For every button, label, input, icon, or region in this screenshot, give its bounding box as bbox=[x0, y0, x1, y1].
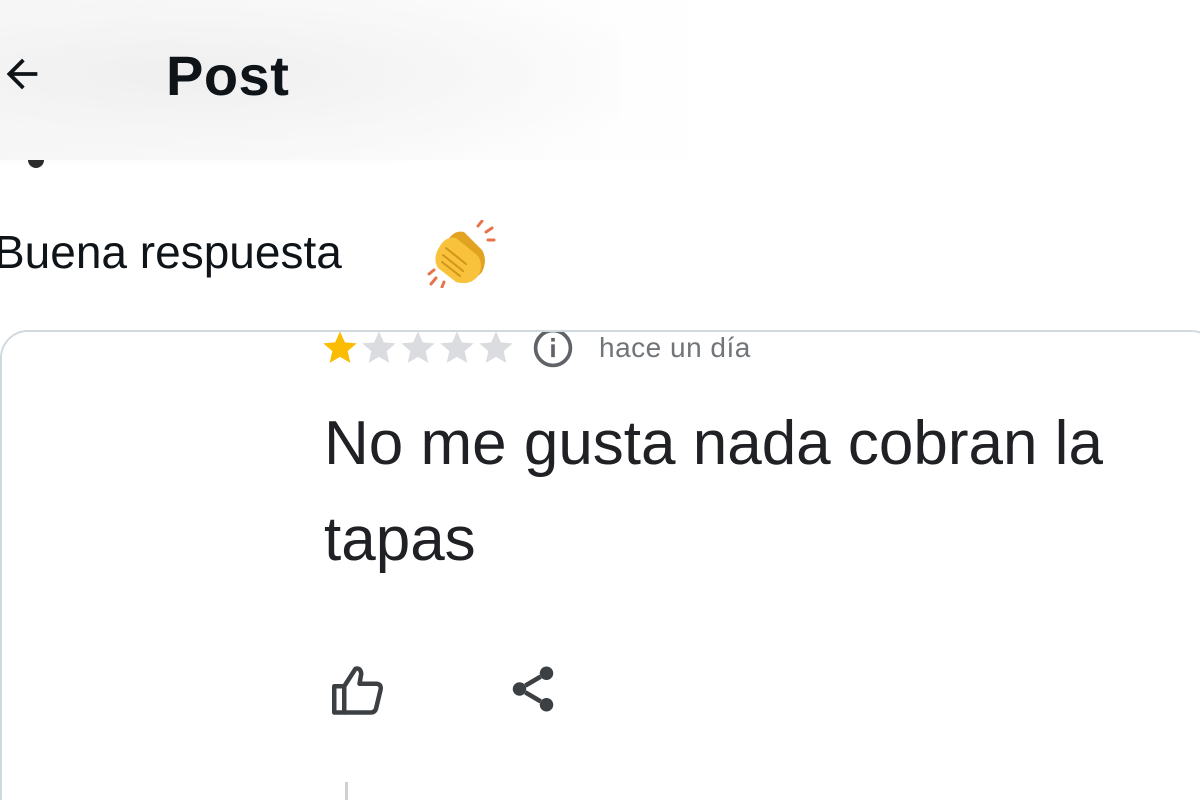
divider bbox=[345, 782, 348, 800]
review-text-line: tapas bbox=[324, 505, 476, 574]
arrow-left-icon bbox=[6, 58, 38, 90]
thumbs-up-icon[interactable] bbox=[328, 660, 388, 720]
review-text-line: No me gusta nada cobran la bbox=[324, 409, 1103, 478]
clapping-hands-icon bbox=[427, 220, 496, 288]
rating-row: hace un día bbox=[320, 330, 751, 370]
star-empty-icon bbox=[401, 332, 435, 363]
post-header: Post bbox=[0, 0, 1200, 165]
review-screenshot: hace un día No me gusta nada cobran la t… bbox=[2, 332, 1200, 800]
tweet-text: Buena respuesta bbox=[0, 226, 342, 278]
share-icon[interactable] bbox=[506, 662, 560, 716]
review-text: No me gusta nada cobran la tapas bbox=[324, 396, 1200, 588]
avatar[interactable] bbox=[28, 160, 44, 168]
header-background bbox=[0, 0, 620, 165]
star-filled-icon bbox=[323, 332, 357, 363]
back-button[interactable] bbox=[0, 46, 50, 102]
post-page: Post Buena respuesta hace un día No me g… bbox=[0, 0, 1200, 800]
info-icon[interactable] bbox=[531, 330, 575, 370]
star-rating bbox=[320, 332, 515, 368]
review-date: hace un día bbox=[599, 332, 751, 363]
star-empty-icon bbox=[479, 332, 513, 363]
star-empty-icon bbox=[362, 332, 396, 363]
star-empty-icon bbox=[440, 332, 474, 363]
media-card[interactable]: hace un día No me gusta nada cobran la t… bbox=[0, 330, 1200, 800]
page-title: Post bbox=[166, 44, 290, 107]
